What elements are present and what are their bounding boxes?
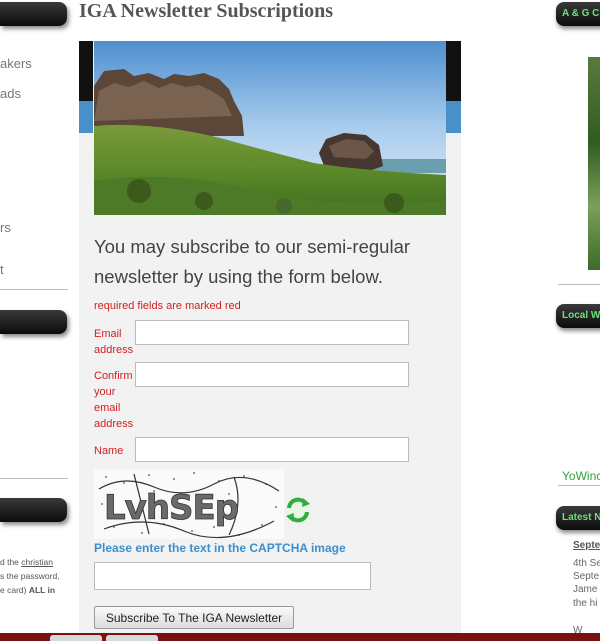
confirm-email-label: Confirm your email address bbox=[94, 370, 134, 430]
divider bbox=[0, 478, 68, 479]
sidebar-header-tab bbox=[0, 498, 67, 522]
captcha-text: LvhSEp bbox=[104, 488, 238, 528]
confirm-email-field[interactable] bbox=[135, 362, 409, 387]
name-field[interactable] bbox=[135, 437, 409, 462]
divider bbox=[558, 485, 600, 486]
sidebar-header-tab bbox=[0, 2, 67, 26]
email-label: Email address bbox=[94, 328, 134, 356]
required-fields-note: required fields are marked red bbox=[94, 300, 241, 312]
sidebar-footer-text: d the christian s the password, e card) … bbox=[0, 557, 60, 595]
sidebar-tab-latest[interactable]: Latest N bbox=[556, 506, 600, 530]
panel-edge bbox=[446, 101, 461, 133]
news-line: Jame bbox=[573, 584, 598, 595]
divider bbox=[558, 284, 600, 285]
sidebar-link[interactable]: t bbox=[0, 262, 4, 277]
captcha-prompt: Please enter the text in the CAPTCHA ima… bbox=[94, 541, 346, 555]
sidebar-link[interactable]: rs bbox=[0, 220, 11, 235]
sidebar-header-tab bbox=[0, 310, 67, 334]
panel-edge bbox=[446, 41, 461, 101]
news-line: the hi bbox=[573, 598, 598, 609]
intro-text: You may subscribe to our semi-regular ne… bbox=[94, 236, 411, 287]
email-field[interactable] bbox=[135, 320, 409, 345]
christian-link[interactable]: christian bbox=[21, 557, 53, 567]
divider bbox=[0, 289, 68, 290]
name-label: Name bbox=[94, 445, 124, 457]
landscape-image bbox=[94, 41, 446, 215]
bottom-tab[interactable] bbox=[106, 635, 158, 641]
refresh-captcha-icon[interactable] bbox=[283, 495, 313, 525]
news-line: 4th Se bbox=[573, 558, 600, 569]
panel-edge bbox=[79, 101, 93, 133]
sidebar-photo bbox=[588, 57, 600, 270]
panel-edge bbox=[79, 41, 93, 101]
captcha-image: LvhSEp bbox=[94, 469, 284, 539]
subscribe-button[interactable]: Subscribe To The IGA Newsletter bbox=[94, 606, 294, 629]
news-line: Septe bbox=[573, 571, 600, 582]
captcha-input[interactable] bbox=[94, 562, 371, 590]
sidebar-link[interactable]: ads bbox=[0, 86, 21, 101]
bottom-tab[interactable] bbox=[50, 635, 102, 641]
captcha-noise: LvhSEp bbox=[94, 469, 284, 539]
sidebar-tab-local[interactable]: Local W bbox=[556, 304, 600, 328]
left-sidebar: akers ads rs t d the christian s the pas… bbox=[0, 0, 70, 641]
sidebar-green-link[interactable]: YoWinc bbox=[562, 469, 600, 483]
news-date[interactable]: Septe bbox=[573, 540, 600, 551]
sidebar-link[interactable]: akers bbox=[0, 56, 32, 71]
sidebar-tab-ag[interactable]: A & G C bbox=[556, 2, 600, 26]
banner-image bbox=[94, 41, 446, 215]
page-title: IGA Newsletter Subscriptions bbox=[79, 0, 334, 22]
